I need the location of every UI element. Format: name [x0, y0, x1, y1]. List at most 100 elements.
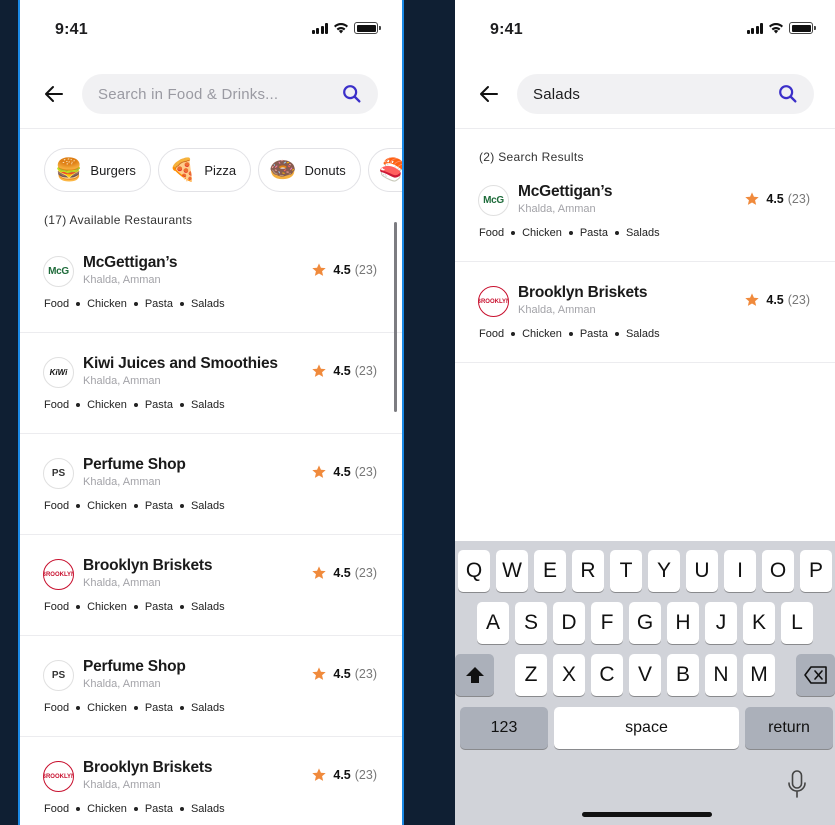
key-x[interactable]: X: [553, 654, 585, 696]
rating-value: 4.5: [333, 263, 351, 277]
rating-count: (23): [354, 465, 377, 479]
restaurant-logo: McG: [478, 185, 509, 216]
key-q[interactable]: Q: [458, 550, 490, 592]
backspace-icon: [803, 666, 827, 684]
rating-count: (23): [354, 263, 377, 277]
restaurant-list: McG McGettigan’s Khalda, Amman Food Chicken P…: [20, 232, 402, 825]
tag-label: Chicken: [87, 399, 127, 411]
wifi-icon: [334, 23, 348, 34]
sushi-icon: 🍣: [379, 159, 402, 181]
tag-label: Chicken: [87, 702, 127, 714]
restaurant-card[interactable]: KiWi Kiwi Juices and Smoothies Khalda, Amm…: [20, 333, 402, 434]
restaurant-name: McGettigan’s: [518, 183, 613, 200]
search-input[interactable]: [98, 74, 334, 114]
tag-label: Food: [479, 227, 505, 239]
key-y[interactable]: Y: [648, 550, 680, 592]
onscreen-keyboard: QWERTYUIOP ASDFGHJKL ZXCVBNM 123 space r…: [455, 541, 835, 825]
rating: 4.5 (23): [744, 292, 810, 308]
category-chip-pizza[interactable]: 🍕 Pizza: [157, 148, 252, 192]
search-icon[interactable]: [777, 83, 799, 105]
key-g[interactable]: G: [629, 602, 661, 644]
key-w[interactable]: W: [496, 550, 528, 592]
key-l[interactable]: L: [781, 602, 813, 644]
search-icon[interactable]: [341, 83, 363, 105]
restaurant-card[interactable]: PS Perfume Shop Khalda, Amman Food Chicken Pa…: [20, 636, 402, 737]
key-p[interactable]: P: [800, 550, 832, 592]
rating-value: 4.5: [333, 667, 351, 681]
key-u[interactable]: U: [686, 550, 718, 592]
key-n[interactable]: N: [705, 654, 737, 696]
search-input[interactable]: [533, 74, 770, 114]
tag-label: Pasta: [579, 328, 608, 340]
back-arrow-icon[interactable]: [477, 82, 501, 106]
restaurant-tags: Food Chicken Pasta Salads: [44, 399, 225, 411]
tag-separator-dot: [179, 706, 184, 710]
tag-label: Pasta: [144, 500, 173, 512]
key-s[interactable]: S: [515, 602, 547, 644]
tag-label: Pasta: [144, 702, 173, 714]
cellular-signal-icon: [746, 22, 763, 34]
search-header: [20, 73, 402, 115]
rating-count: (23): [354, 768, 377, 782]
tag-label: Food: [44, 702, 70, 714]
tag-label: Pasta: [144, 298, 173, 310]
key-r[interactable]: R: [572, 550, 604, 592]
delete-key[interactable]: [796, 654, 835, 696]
restaurant-card[interactable]: McG McGettigan’s Khalda, Amman Food Chicken P…: [455, 161, 835, 262]
shift-key[interactable]: [455, 654, 494, 696]
tag-label: Salads: [625, 328, 660, 340]
restaurant-card[interactable]: BROOKLYN Brooklyn Briskets Khalda, Amman Fo…: [20, 535, 402, 636]
tag-label: Salads: [190, 803, 225, 815]
status-bar: 9:41: [20, 0, 402, 60]
key-o[interactable]: O: [762, 550, 794, 592]
restaurant-logo: BROOKLYN: [43, 559, 74, 590]
tag-label: Food: [44, 601, 70, 613]
key-m[interactable]: M: [743, 654, 775, 696]
restaurant-card[interactable]: McG McGettigan’s Khalda, Amman Food Chicken P…: [20, 232, 402, 333]
search-bar[interactable]: [517, 74, 814, 114]
microphone-icon[interactable]: [785, 769, 809, 799]
restaurant-name: McGettigan’s: [83, 254, 178, 271]
battery-icon: [789, 22, 816, 34]
restaurant-logo: PS: [43, 660, 74, 691]
category-chip-burgers[interactable]: 🍔 Burgers: [44, 148, 151, 192]
tag-label: Chicken: [87, 298, 127, 310]
category-chip-donuts[interactable]: 🍩 Donuts: [258, 148, 361, 192]
key-t[interactable]: T: [610, 550, 642, 592]
restaurant-location: Khalda, Amman: [83, 678, 161, 690]
key-e[interactable]: E: [534, 550, 566, 592]
key-b[interactable]: B: [667, 654, 699, 696]
space-key[interactable]: space: [554, 707, 739, 749]
category-chip-sushi[interactable]: 🍣: [367, 148, 402, 192]
key-z[interactable]: Z: [515, 654, 547, 696]
key-a[interactable]: A: [477, 602, 509, 644]
star-icon: [312, 263, 327, 276]
key-h[interactable]: H: [667, 602, 699, 644]
key-v[interactable]: V: [629, 654, 661, 696]
rating-value: 4.5: [333, 566, 351, 580]
key-c[interactable]: C: [591, 654, 623, 696]
star-icon: [745, 293, 760, 306]
keyboard-letter-group: ZXCVBNM: [512, 654, 778, 696]
restaurant-card[interactable]: BROOKLYN Brooklyn Briskets Khalda, Amman Fo…: [20, 737, 402, 825]
scrollbar[interactable]: [394, 222, 397, 412]
back-arrow-icon[interactable]: [42, 82, 66, 106]
system-icons: [746, 22, 816, 34]
tag-label: Pasta: [579, 227, 608, 239]
numbers-key[interactable]: 123: [460, 707, 548, 749]
rating-value: 4.5: [333, 768, 351, 782]
rating: 4.5 (23): [311, 363, 377, 379]
key-k[interactable]: K: [743, 602, 775, 644]
restaurant-card[interactable]: BROOKLYN Brooklyn Briskets Khalda, Amman Fo…: [455, 262, 835, 363]
key-d[interactable]: D: [553, 602, 585, 644]
tag-label: Salads: [190, 702, 225, 714]
search-bar[interactable]: [82, 74, 378, 114]
key-i[interactable]: I: [724, 550, 756, 592]
restaurant-name: Perfume Shop: [83, 456, 186, 473]
restaurant-card[interactable]: PS Perfume Shop Khalda, Amman Food Chicken Pa…: [20, 434, 402, 535]
key-f[interactable]: F: [591, 602, 623, 644]
restaurant-tags: Food Chicken Pasta Salads: [44, 298, 225, 310]
wifi-icon: [769, 23, 783, 34]
return-key[interactable]: return: [745, 707, 833, 749]
key-j[interactable]: J: [705, 602, 737, 644]
